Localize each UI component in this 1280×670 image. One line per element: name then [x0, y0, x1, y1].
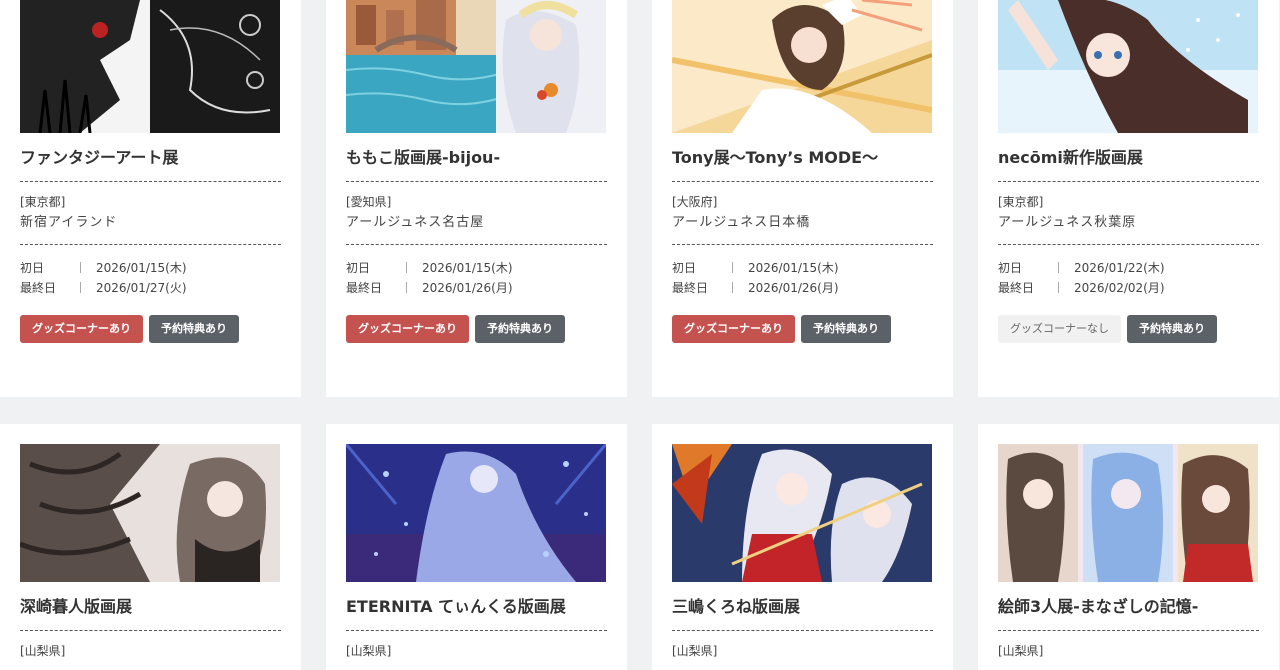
- badge-row: グッズコーナーあり 予約特典あり: [672, 315, 933, 343]
- last-day-label: 最終日: [998, 280, 1035, 295]
- exhibition-title[interactable]: ファンタジーアート展: [20, 148, 281, 168]
- exhibition-card[interactable]: necōmi新作版画展 [東京都] アールジュネス秋葉原 初日 2026/01/…: [978, 0, 1279, 397]
- date-block: 初日 2026/01/15(木) 最終日 2026/01/27(火): [20, 257, 281, 297]
- venue-name: アールジュネス名古屋: [346, 215, 485, 230]
- divider: [346, 630, 607, 631]
- exhibition-thumbnail[interactable]: [346, 444, 606, 582]
- first-day-value: 2026/01/15(木): [96, 260, 187, 275]
- exhibition-title[interactable]: Tony展〜Tony’s MODE〜: [672, 148, 933, 168]
- divider: [672, 244, 933, 245]
- date-block: 初日 2026/01/22(木) 最終日 2026/02/02(月): [998, 257, 1259, 297]
- divider: [672, 181, 933, 182]
- exhibition-card[interactable]: 深崎暮人版画展 [山梨県]: [0, 424, 301, 670]
- exhibition-title[interactable]: 絵師3人展-まなざしの記憶-: [998, 597, 1259, 617]
- last-day-label: 最終日: [346, 280, 383, 295]
- prefecture-label: [山梨県]: [20, 644, 66, 658]
- reservation-bonus-badge: 予約特典あり: [149, 315, 239, 343]
- exhibition-title[interactable]: ETERNITA てぃんくる版画展: [346, 597, 607, 617]
- badge-row: グッズコーナーあり 予約特典あり: [20, 315, 281, 343]
- separator: [80, 281, 81, 293]
- venue-name: 新宿アイランド: [20, 215, 118, 230]
- exhibition-card[interactable]: Tony展〜Tony’s MODE〜 [大阪府] アールジュネス日本橋 初日 2…: [652, 0, 953, 397]
- exhibition-title[interactable]: 深崎暮人版画展: [20, 597, 281, 617]
- exhibition-title[interactable]: 三嶋くろね版画展: [672, 597, 933, 617]
- prefecture-label: [東京都]: [998, 195, 1044, 209]
- exhibition-card[interactable]: 絵師3人展-まなざしの記憶- [山梨県]: [978, 424, 1279, 670]
- separator: [1058, 281, 1059, 293]
- exhibition-thumbnail[interactable]: [672, 444, 932, 582]
- last-day-value: 2026/01/26(月): [748, 280, 839, 295]
- separator: [732, 281, 733, 293]
- separator: [406, 261, 407, 273]
- divider: [20, 630, 281, 631]
- prefecture-label: [大阪府]: [672, 195, 718, 209]
- prefecture-label: [東京都]: [20, 195, 66, 209]
- exhibition-thumbnail[interactable]: [672, 0, 932, 133]
- separator: [406, 281, 407, 293]
- exhibition-thumbnail[interactable]: [346, 0, 606, 133]
- divider: [998, 630, 1259, 631]
- divider: [998, 244, 1259, 245]
- divider: [346, 181, 607, 182]
- reservation-bonus-badge: 予約特典あり: [475, 315, 565, 343]
- separator: [1058, 261, 1059, 273]
- last-day-value: 2026/01/26(月): [422, 280, 513, 295]
- venue-name: アールジュネス秋葉原: [998, 215, 1137, 230]
- first-day-value: 2026/01/15(木): [422, 260, 513, 275]
- reservation-bonus-badge: 予約特典あり: [801, 315, 891, 343]
- date-block: 初日 2026/01/15(木) 最終日 2026/01/26(月): [346, 257, 607, 297]
- exhibition-title[interactable]: ももこ版画展-bijou-: [346, 148, 607, 168]
- first-day-label: 初日: [998, 260, 1023, 275]
- exhibition-grid: ファンタジーアート展 [東京都] 新宿アイランド 初日 2026/01/15(木…: [0, 0, 1280, 670]
- separator: [80, 261, 81, 273]
- exhibition-card[interactable]: 三嶋くろね版画展 [山梨県]: [652, 424, 953, 670]
- exhibition-card[interactable]: ETERNITA てぃんくる版画展 [山梨県]: [326, 424, 627, 670]
- goods-corner-badge: グッズコーナーあり: [346, 315, 469, 343]
- prefecture-label: [山梨県]: [672, 644, 718, 658]
- divider: [346, 244, 607, 245]
- prefecture-label: [山梨県]: [998, 644, 1044, 658]
- divider: [672, 630, 933, 631]
- exhibition-card[interactable]: ももこ版画展-bijou- [愛知県] アールジュネス名古屋 初日 2026/0…: [326, 0, 627, 397]
- divider: [20, 244, 281, 245]
- divider: [20, 181, 281, 182]
- separator: [732, 261, 733, 273]
- badge-row: グッズコーナーなし 予約特典あり: [998, 315, 1259, 343]
- first-day-value: 2026/01/15(木): [748, 260, 839, 275]
- last-day-value: 2026/01/27(火): [96, 280, 187, 295]
- first-day-label: 初日: [346, 260, 371, 275]
- goods-corner-badge: グッズコーナーなし: [998, 315, 1121, 343]
- last-day-label: 最終日: [672, 280, 709, 295]
- exhibition-thumbnail[interactable]: [998, 444, 1258, 582]
- exhibition-title[interactable]: necōmi新作版画展: [998, 148, 1259, 168]
- first-day-label: 初日: [20, 260, 45, 275]
- goods-corner-badge: グッズコーナーあり: [672, 315, 795, 343]
- reservation-bonus-badge: 予約特典あり: [1127, 315, 1217, 343]
- exhibition-card[interactable]: ファンタジーアート展 [東京都] 新宿アイランド 初日 2026/01/15(木…: [0, 0, 301, 397]
- date-block: 初日 2026/01/15(木) 最終日 2026/01/26(月): [672, 257, 933, 297]
- last-day-value: 2026/02/02(月): [1074, 280, 1165, 295]
- first-day-label: 初日: [672, 260, 697, 275]
- last-day-label: 最終日: [20, 280, 57, 295]
- first-day-value: 2026/01/22(木): [1074, 260, 1165, 275]
- exhibition-thumbnail[interactable]: [20, 444, 280, 582]
- prefecture-label: [愛知県]: [346, 195, 392, 209]
- venue-name: アールジュネス日本橋: [672, 215, 811, 230]
- badge-row: グッズコーナーあり 予約特典あり: [346, 315, 607, 343]
- exhibition-thumbnail[interactable]: [20, 0, 280, 133]
- goods-corner-badge: グッズコーナーあり: [20, 315, 143, 343]
- exhibition-thumbnail[interactable]: [998, 0, 1258, 133]
- divider: [998, 181, 1259, 182]
- prefecture-label: [山梨県]: [346, 644, 392, 658]
